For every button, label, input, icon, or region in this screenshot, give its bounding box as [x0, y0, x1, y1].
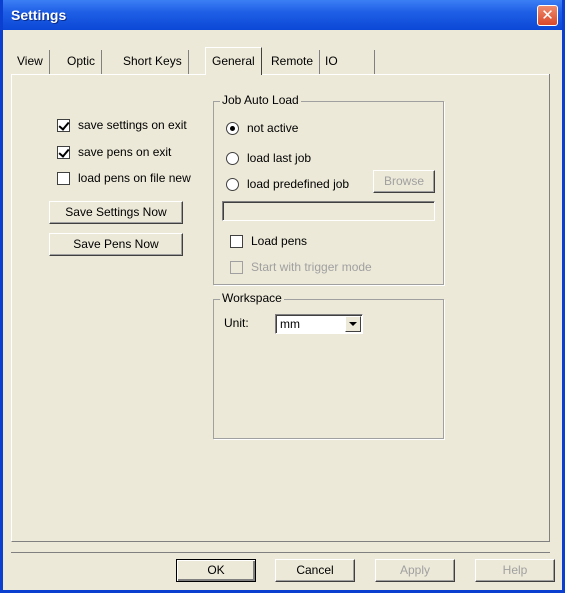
title-bar[interactable]: Settings ✕ [3, 0, 562, 30]
radio-dot[interactable] [226, 177, 239, 191]
tab-optic[interactable]: Optic [61, 50, 103, 74]
radio-load-last-job[interactable]: load last job [226, 150, 311, 166]
browse-button[interactable]: Browse [373, 170, 435, 193]
tab-view[interactable]: View [11, 50, 50, 74]
general-tab-panel: save settings on exit save pens on exit … [11, 74, 550, 542]
save-pens-on-exit-checkbox[interactable]: save pens on exit [57, 144, 171, 160]
tab-strip: View Optic Short Keys General Remote IO [11, 47, 541, 75]
unit-select[interactable]: mm [275, 314, 363, 334]
radio-label: load predefined job [247, 177, 350, 191]
checkbox-label: Start with trigger mode [251, 260, 372, 274]
apply-button[interactable]: Apply [375, 559, 455, 582]
load-pens-on-file-new-checkbox[interactable]: load pens on file new [57, 170, 191, 186]
checkbox-label: save pens on exit [78, 145, 172, 159]
radio-dot[interactable] [226, 121, 239, 135]
tab-general[interactable]: General [205, 47, 262, 75]
unit-select-value: mm [280, 317, 300, 331]
close-button[interactable]: ✕ [537, 5, 558, 26]
footer-separator [11, 552, 550, 553]
start-with-trigger-mode-checkbox[interactable]: Start with trigger mode [230, 259, 372, 275]
checkbox-label: load pens on file new [78, 171, 191, 185]
ok-button[interactable]: OK [176, 559, 256, 582]
tab-io[interactable]: IO [319, 50, 375, 74]
checkbox-box[interactable] [57, 118, 70, 132]
window-title: Settings [11, 7, 67, 23]
save-settings-now-button[interactable]: Save Settings Now [49, 201, 183, 224]
help-button[interactable]: Help [475, 559, 555, 582]
workspace-title: Workspace [220, 291, 284, 305]
radio-dot[interactable] [226, 151, 239, 165]
checkbox-box[interactable] [57, 171, 70, 185]
checkbox-box[interactable] [230, 234, 243, 248]
job-auto-load-title: Job Auto Load [220, 93, 301, 107]
save-pens-now-button[interactable]: Save Pens Now [49, 233, 183, 256]
predefined-job-path-field[interactable] [222, 201, 435, 221]
checkbox-box[interactable] [230, 260, 243, 274]
load-pens-checkbox[interactable]: Load pens [230, 233, 307, 249]
workspace-group: Workspace Unit: mm [213, 291, 444, 439]
job-auto-load-group: Job Auto Load not active load last job l… [213, 93, 444, 285]
close-icon: ✕ [541, 7, 554, 24]
radio-load-predefined-job[interactable]: load predefined job [226, 176, 349, 192]
checkbox-label: save settings on exit [78, 118, 187, 132]
cancel-button[interactable]: Cancel [275, 559, 355, 582]
unit-label: Unit: [224, 316, 249, 330]
radio-label: load last job [247, 151, 312, 165]
radio-not-active[interactable]: not active [226, 120, 298, 136]
checkbox-label: Load pens [251, 234, 308, 248]
chevron-down-icon[interactable] [345, 316, 361, 332]
settings-window: Settings ✕ View Optic Short Keys General… [0, 0, 565, 593]
checkbox-box[interactable] [57, 145, 70, 159]
tab-remote[interactable]: Remote [265, 50, 321, 74]
tab-short-keys[interactable]: Short Keys [117, 50, 189, 74]
radio-label: not active [247, 121, 299, 135]
save-settings-on-exit-checkbox[interactable]: save settings on exit [57, 117, 187, 133]
